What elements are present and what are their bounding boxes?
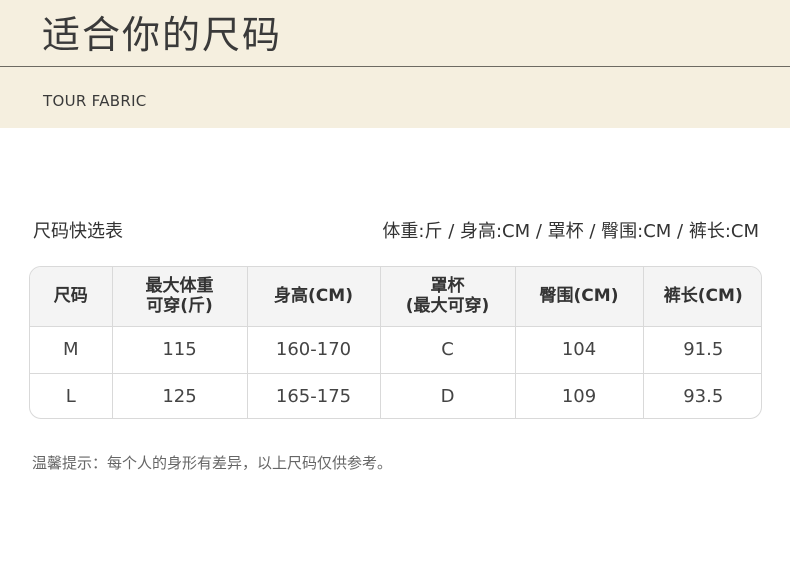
cell-weight: 115: [112, 326, 248, 374]
header-height: 身高(CM): [247, 267, 381, 327]
size-tip: 温馨提示：每个人的身形有差异，以上尺码仅供参考。: [32, 454, 393, 472]
cell-cup: C: [380, 326, 516, 374]
cell-cup: D: [380, 373, 516, 418]
header-length: 裤长(CM): [643, 267, 761, 327]
cell-size: M: [30, 326, 113, 374]
cell-length: 93.5: [683, 386, 724, 408]
cell-weight: 125: [112, 373, 248, 418]
header-max-weight: 最大体重 可穿(斤): [112, 267, 248, 327]
table-row: L 125 165-175 D 109 93.5: [30, 373, 761, 418]
page-title: 适合你的尺码: [42, 13, 283, 57]
table-row: M 115 160-170 C 104 91.5: [30, 326, 761, 374]
cell-height: 165-175: [247, 373, 381, 418]
table-label: 尺码快选表: [33, 221, 123, 242]
cell-length: 91.5: [643, 326, 761, 374]
header-banner: 适合你的尺码 TOUR FABRIC: [0, 0, 790, 128]
brand-name: TOUR FABRIC: [43, 92, 147, 110]
header-divider: [0, 66, 790, 67]
units-legend: 体重:斤 / 身高:CM / 罩杯 / 臀围:CM / 裤长:CM: [382, 221, 759, 242]
header-size: 尺码: [30, 267, 113, 327]
table-header-row: 尺码 最大体重 可穿(斤) 身高(CM) 罩杯 (最大可穿) 臀围(CM) 裤长(C…: [30, 267, 761, 327]
header-cup: 罩杯 (最大可穿): [380, 267, 516, 327]
cell-size: L: [30, 373, 113, 418]
cell-hip: 104: [515, 326, 644, 374]
cell-height: 160-170: [247, 326, 381, 374]
cell-hip: 109: [515, 373, 644, 418]
header-hip: 臀围(CM): [515, 267, 644, 327]
size-table: 尺码 最大体重 可穿(斤) 身高(CM) 罩杯 (最大可穿) 臀围(CM) 裤长(C…: [29, 266, 762, 419]
